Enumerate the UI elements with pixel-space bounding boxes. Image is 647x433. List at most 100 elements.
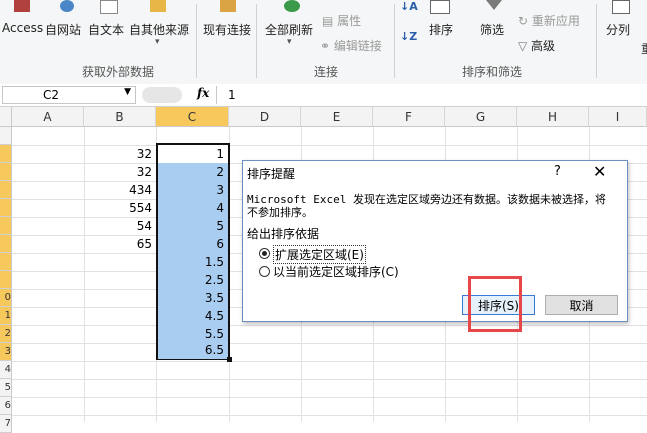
database-icon — [150, 0, 166, 12]
expand-selection-label[interactable]: 扩展选定区域(E) — [273, 245, 366, 264]
cell-c8[interactable]: 1.5 — [158, 253, 228, 271]
cell-b2[interactable]: 32 — [84, 145, 156, 163]
dialog-message-line2: 不参加排序。 — [247, 206, 313, 219]
column-header-c[interactable]: C — [156, 107, 229, 127]
cell-b4[interactable]: 434 — [84, 181, 156, 199]
expand-selection-radio[interactable] — [259, 248, 270, 259]
gridline — [12, 415, 647, 416]
refresh-all-button[interactable]: 全部刷新 — [265, 21, 313, 38]
more-commands-cut-label[interactable]: 重 — [641, 40, 647, 57]
sort-az-icon[interactable]: ↓A — [400, 0, 418, 13]
insert-function-icon[interactable]: fx — [197, 86, 209, 100]
row-header[interactable]: 2 — [0, 325, 12, 343]
sort-dialog-icon — [430, 0, 450, 14]
cell-c6[interactable]: 5 — [158, 217, 228, 235]
row-header[interactable] — [0, 145, 12, 163]
cell-b6[interactable]: 54 — [84, 217, 156, 235]
group-label-connections: 连接 — [314, 65, 339, 79]
cell-c5[interactable]: 4 — [158, 199, 228, 217]
name-box-value: C2 — [43, 88, 60, 102]
chevron-down-icon[interactable]: ▼ — [124, 87, 131, 97]
text-to-columns-icon — [612, 0, 630, 14]
sort-button[interactable]: 排序 — [429, 21, 453, 38]
help-icon[interactable]: ? — [554, 164, 561, 179]
advanced-filter-button[interactable]: ▽ 高级 — [518, 37, 555, 54]
row-header[interactable] — [0, 253, 12, 271]
cancel-button[interactable]: 取消 — [545, 295, 618, 315]
reapply-button[interactable]: ↻ 重新应用 — [518, 12, 580, 29]
cell-b3[interactable]: 32 — [84, 163, 156, 181]
cell-c11[interactable]: 4.5 — [158, 307, 228, 325]
dialog-title: 排序提醒 — [247, 167, 296, 181]
column-header-a[interactable]: A — [12, 107, 84, 127]
row-header[interactable]: 0 — [0, 289, 12, 307]
name-box[interactable]: C2 ▼ — [2, 86, 136, 104]
cell-b7[interactable]: 65 — [84, 235, 156, 253]
group-separator — [196, 4, 197, 78]
row-header[interactable] — [0, 181, 12, 199]
group-label-external-data: 获取外部数据 — [82, 65, 155, 79]
row-header[interactable] — [0, 235, 12, 253]
cell-c3[interactable]: 2 — [158, 163, 228, 181]
existing-connections-icon — [220, 0, 236, 12]
cell-c4[interactable]: 3 — [158, 181, 228, 199]
row-header[interactable]: 7 — [0, 415, 12, 433]
gridline — [12, 343, 647, 344]
access-icon — [14, 0, 30, 12]
from-other-sources-button[interactable]: 自其他来源 — [129, 21, 189, 38]
row-header[interactable]: 5 — [0, 379, 12, 397]
sort-za-icon[interactable]: ↓Z — [400, 30, 417, 43]
cell-c10[interactable]: 3.5 — [158, 289, 228, 307]
formula-divider — [216, 86, 217, 104]
row-header[interactable] — [0, 163, 12, 181]
cell-b5[interactable]: 554 — [84, 199, 156, 217]
current-selection-radio[interactable] — [259, 266, 270, 277]
current-selection-label[interactable]: 以当前选定区域排序(C) — [273, 263, 399, 280]
cell-c2-active[interactable]: 1 — [158, 145, 228, 163]
advanced-label: 高级 — [531, 39, 556, 53]
row-header[interactable]: 3 — [0, 343, 12, 361]
select-all-corner[interactable] — [0, 107, 12, 127]
cell-c9[interactable]: 2.5 — [158, 271, 228, 289]
reapply-label: 重新应用 — [531, 14, 580, 28]
properties-button[interactable]: ▤ 属性 — [322, 12, 361, 29]
from-web-button[interactable]: 自网站 — [45, 21, 81, 38]
gridline — [12, 379, 647, 380]
column-header-h[interactable]: H — [517, 107, 589, 127]
chevron-down-icon: ▾ — [155, 37, 160, 47]
chevron-down-icon: ▾ — [287, 37, 292, 47]
gridline — [12, 325, 647, 326]
row-header[interactable] — [0, 217, 12, 235]
row-header[interactable]: 1 — [0, 307, 12, 325]
formula-input[interactable]: 1 — [228, 86, 643, 104]
sort-basis-group-label: 给出排序依据 — [247, 227, 320, 241]
existing-connections-button[interactable]: 现有连接 — [203, 21, 251, 38]
column-header-i[interactable]: I — [589, 107, 647, 127]
edit-links-button[interactable]: ⚭ 编辑链接 — [320, 37, 382, 54]
column-header-g[interactable]: G — [445, 107, 517, 127]
column-header-d[interactable]: D — [229, 107, 301, 127]
from-access-button[interactable]: Access — [2, 21, 43, 35]
row-header[interactable] — [0, 199, 12, 217]
row-header[interactable]: 6 — [0, 397, 12, 415]
fill-handle[interactable] — [227, 357, 232, 362]
row-header[interactable] — [0, 127, 12, 145]
ribbon: Access 自网站 自文本 自其他来源 ▾ 现有连接 获取外部数据 全部刷新 … — [0, 0, 647, 85]
text-file-icon — [100, 0, 118, 14]
from-text-button[interactable]: 自文本 — [88, 21, 124, 38]
row-header[interactable]: 4 — [0, 361, 12, 379]
advanced-filter-icon: ▽ — [518, 39, 532, 53]
column-header-b[interactable]: B — [84, 107, 156, 127]
sort-warning-dialog: 排序提醒 ? ✕ Microsoft Excel 发现在选定区域旁边还有数据。该… — [242, 160, 628, 322]
filter-icon — [486, 0, 502, 10]
cell-c13[interactable]: 6.5 — [158, 341, 228, 359]
cell-c7[interactable]: 6 — [158, 235, 228, 253]
column-header-e[interactable]: E — [301, 107, 373, 127]
close-icon[interactable]: ✕ — [593, 162, 606, 181]
column-header-f[interactable]: F — [373, 107, 445, 127]
row-header[interactable] — [0, 271, 12, 289]
formula-bar-handle[interactable] — [142, 87, 182, 103]
filter-button[interactable]: 筛选 — [480, 21, 504, 38]
text-to-columns-button[interactable]: 分列 — [606, 21, 630, 38]
group-separator — [394, 4, 395, 78]
